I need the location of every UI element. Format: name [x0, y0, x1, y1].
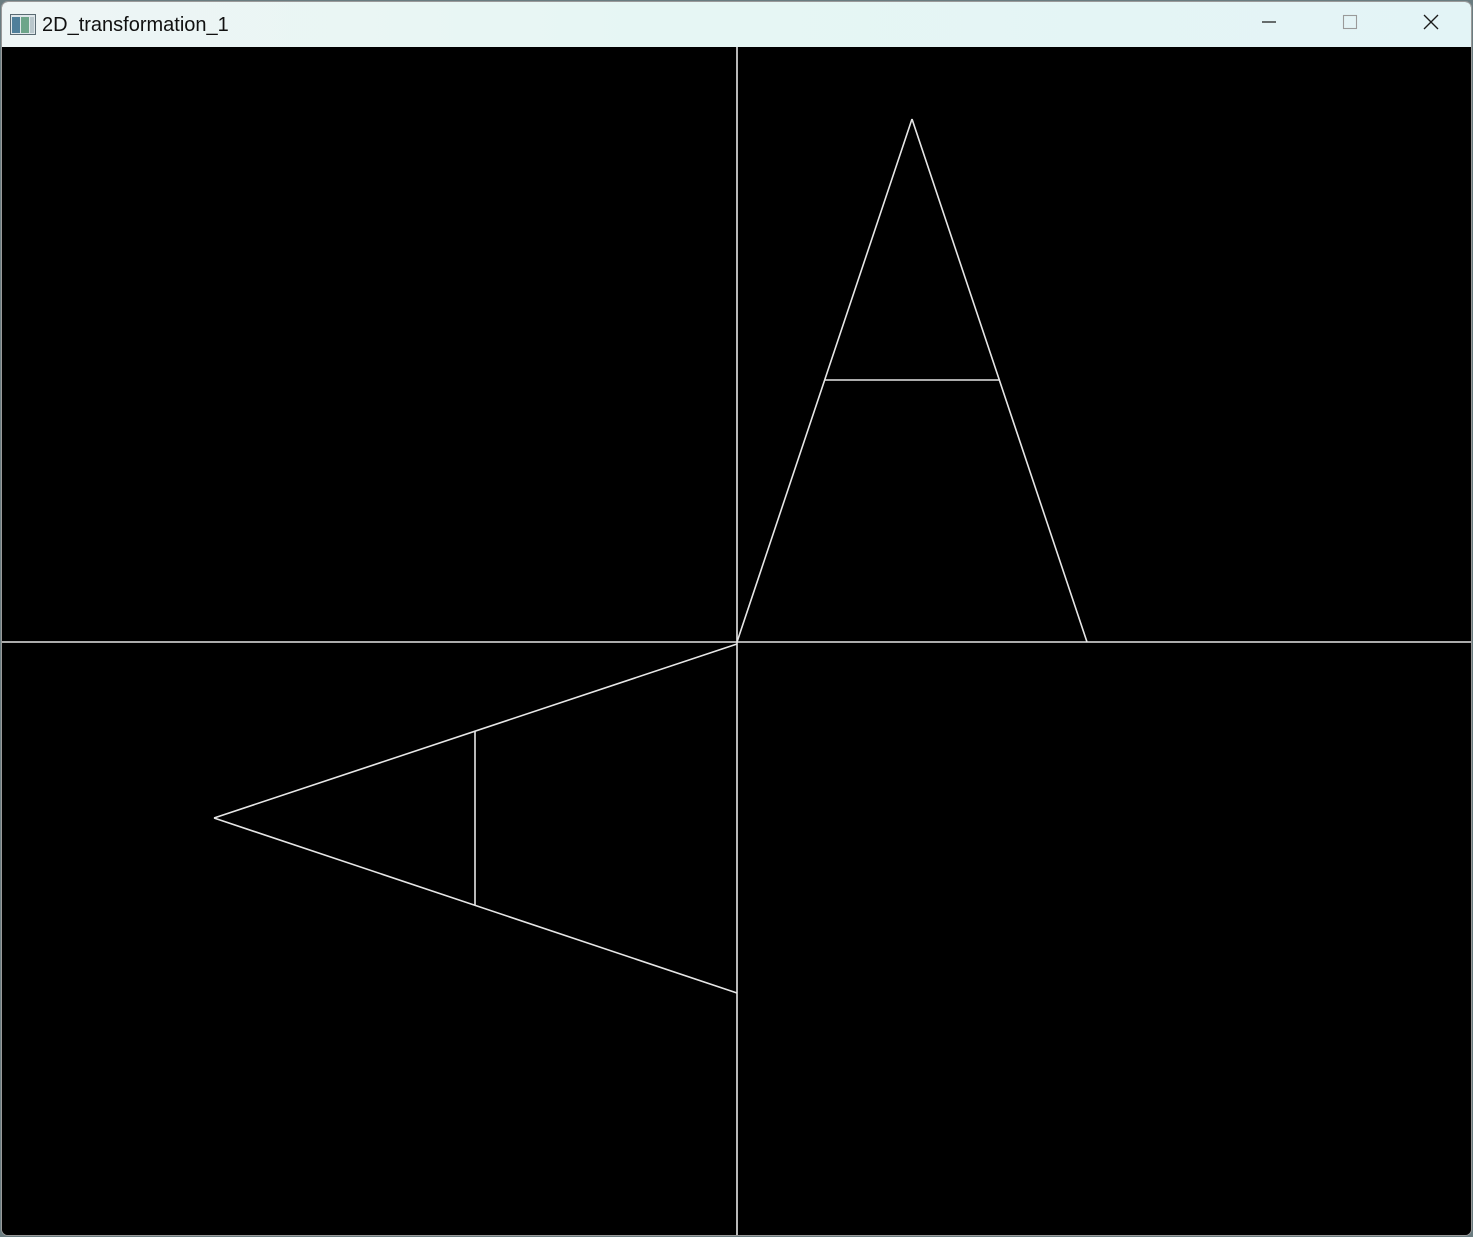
maximize-icon	[1341, 13, 1359, 36]
app-window: 2D_transformation_1	[1, 1, 1472, 1236]
letter-a-original	[736, 118, 1088, 643]
close-icon	[1422, 13, 1440, 36]
title-bar[interactable]: 2D_transformation_1	[2, 2, 1471, 47]
minimize-icon	[1260, 13, 1278, 36]
drawing-canvas[interactable]	[2, 47, 1471, 1235]
transformation-drawing	[2, 47, 1471, 1235]
window-title: 2D_transformation_1	[42, 14, 229, 36]
app-window-icon	[10, 14, 36, 35]
close-button[interactable]	[1391, 2, 1471, 47]
letter-a-rotated	[213, 643, 738, 994]
minimize-button[interactable]	[1229, 2, 1309, 47]
maximize-button[interactable]	[1310, 2, 1390, 47]
